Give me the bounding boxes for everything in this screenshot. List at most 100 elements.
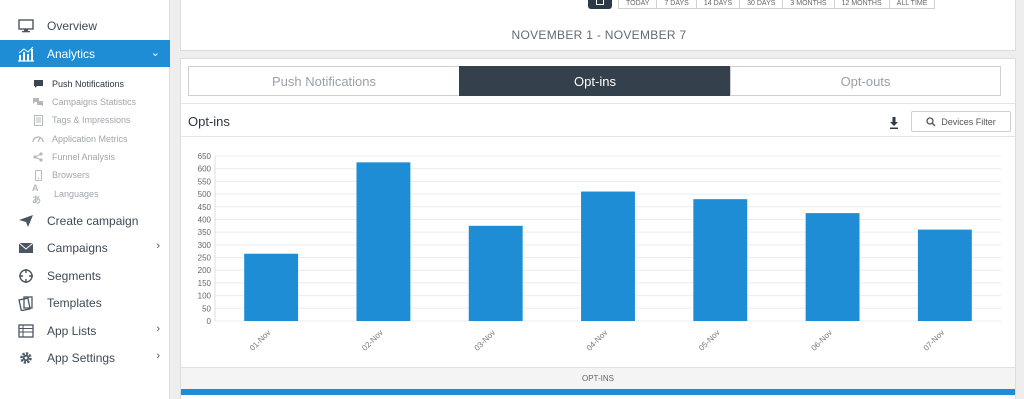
- y-tick-label: 450: [198, 203, 212, 212]
- tab-opt-outs[interactable]: Opt-outs: [730, 66, 1001, 96]
- sidebar-item-overview[interactable]: Overview: [0, 12, 170, 39]
- chat-bubble-icon: [32, 78, 44, 90]
- devices-filter-button[interactable]: Devices Filter: [911, 111, 1011, 132]
- sidebar-item-templates[interactable]: Templates: [0, 289, 170, 316]
- y-tick-label: 650: [198, 152, 212, 161]
- range-12-months-button[interactable]: 12 MONTHS: [833, 0, 890, 9]
- x-tick-label: 04-Nov: [585, 328, 610, 353]
- x-tick-label: 01-Nov: [248, 328, 273, 353]
- table-header-label: OPT-INS: [181, 367, 1015, 389]
- sidebar-item-label: Analytics: [47, 46, 96, 61]
- chart-bar[interactable]: [244, 253, 299, 321]
- y-tick-label: 250: [198, 254, 212, 263]
- range-all-time-button[interactable]: ALL TIME: [888, 0, 936, 9]
- chart-bar[interactable]: [805, 213, 860, 321]
- sidebar-subitem-browsers[interactable]: Browsers: [0, 166, 170, 184]
- share-icon: [32, 151, 44, 163]
- phone-icon: [32, 169, 44, 181]
- x-tick-label: 05-Nov: [697, 328, 722, 353]
- chevron-right-icon: ›: [156, 240, 160, 252]
- paper-plane-icon: [17, 212, 35, 230]
- monitor-icon: [17, 17, 35, 35]
- gear-icon: [17, 349, 35, 367]
- sidebar-subitem-push-notifications[interactable]: Push Notifications: [0, 75, 170, 93]
- sidebar-item-campaigns[interactable]: Campaigns ›: [0, 234, 170, 261]
- range-today-button[interactable]: TODAY: [618, 0, 658, 9]
- crosshair-icon: [17, 267, 35, 285]
- sidebar-item-label: Segments: [47, 268, 102, 283]
- chevron-right-icon: ›: [156, 350, 160, 362]
- opt-ins-bar-chart: 0 50 100 150 200 250 300 350 400 450 500 550 600 650 0…: [198, 152, 1001, 353]
- y-tick-label: 350: [198, 228, 212, 237]
- gauge-icon: [32, 133, 44, 145]
- date-range-title: NOVEMBER 1 - NOVEMBER 7: [511, 28, 687, 42]
- cards-icon: [17, 294, 35, 312]
- sidebar: Overview Analytics ⌄ Push Notifications …: [0, 0, 170, 399]
- sidebar-item-app-settings[interactable]: App Settings ›: [0, 344, 170, 371]
- sidebar-item-segments[interactable]: Segments: [0, 262, 170, 289]
- chart-bar[interactable]: [356, 162, 411, 321]
- download-icon[interactable]: [889, 116, 899, 129]
- y-tick-label: 150: [198, 279, 212, 288]
- devices-filter-label: Devices Filter: [941, 116, 996, 127]
- sidebar-subitem-label: Browsers: [52, 170, 90, 180]
- sidebar-item-label: App Lists: [47, 323, 97, 338]
- range-button-group: TODAY 7 DAYS 14 DAYS 30 DAYS 3 MONTHS 12…: [618, 0, 936, 9]
- sidebar-subitem-application-metrics[interactable]: Application Metrics: [0, 130, 170, 148]
- sidebar-subitem-tags-impressions[interactable]: Tags & Impressions: [0, 111, 170, 129]
- opt-ins-chart: 0 50 100 150 200 250 300 350 400 450 500 550 600 650 0…: [181, 139, 1015, 367]
- x-tick-label: 02-Nov: [360, 328, 385, 353]
- y-tick-label: 0: [207, 317, 212, 326]
- search-icon: [926, 116, 936, 127]
- range-3-months-button[interactable]: 3 MONTHS: [782, 0, 835, 9]
- envelope-icon: [17, 239, 35, 257]
- calendar-icon: [596, 0, 604, 5]
- table-header-bar: [181, 389, 1015, 395]
- sidebar-item-create-campaign[interactable]: Create campaign: [0, 207, 170, 234]
- tab-push-notifications[interactable]: Push Notifications: [188, 66, 460, 96]
- sidebar-subitem-label: Push Notifications: [52, 79, 125, 89]
- y-tick-label: 50: [202, 304, 211, 313]
- sidebar-item-label: Campaigns: [47, 240, 108, 255]
- y-tick-label: 200: [198, 266, 212, 275]
- x-tick-label: 07-Nov: [922, 328, 947, 353]
- sidebar-item-label: Create campaign: [47, 213, 139, 228]
- range-14-days-button[interactable]: 14 DAYS: [695, 0, 741, 9]
- y-tick-label: 400: [198, 215, 212, 224]
- x-tick-label: 03-Nov: [473, 328, 498, 353]
- range-30-days-button[interactable]: 30 DAYS: [739, 0, 784, 9]
- sidebar-subitem-campaigns-statistics[interactable]: Campaigns Statistics: [0, 93, 170, 111]
- sidebar-subitem-label: Funnel Analysis: [52, 152, 116, 162]
- metric-tabs: Push Notifications Opt-ins Opt-outs: [188, 66, 1001, 96]
- sidebar-item-app-lists[interactable]: App Lists ›: [0, 317, 170, 344]
- chart-bar[interactable]: [693, 199, 748, 321]
- sidebar-item-label: App Settings: [47, 350, 116, 365]
- sidebar-subitem-languages[interactable]: Aあ Languages: [0, 182, 170, 205]
- y-tick-label: 550: [198, 177, 212, 186]
- analytics-chart-icon: [17, 45, 35, 63]
- chevron-down-icon: ⌄: [150, 47, 160, 59]
- chart-bar[interactable]: [581, 191, 635, 321]
- chart-bar[interactable]: [468, 225, 523, 321]
- x-tick-label: 06-Nov: [809, 328, 834, 353]
- y-tick-label: 500: [198, 190, 212, 199]
- list-icon: [17, 322, 35, 340]
- sidebar-subitem-label: Tags & Impressions: [52, 115, 131, 125]
- y-tick-label: 100: [198, 292, 212, 301]
- date-range-panel: TODAY 7 DAYS 14 DAYS 30 DAYS 3 MONTHS 12…: [180, 0, 1016, 51]
- sidebar-subitem-label: Application Metrics: [52, 134, 128, 144]
- calendar-button[interactable]: [588, 0, 612, 9]
- sidebar-item-analytics[interactable]: Analytics ⌄: [0, 40, 170, 67]
- sidebar-item-label: Overview: [47, 18, 98, 33]
- document-icon: [32, 114, 44, 126]
- sidebar-subitem-funnel-analysis[interactable]: Funnel Analysis: [0, 148, 170, 166]
- translate-icon: Aあ: [32, 182, 42, 205]
- sidebar-item-label: Templates: [47, 295, 102, 310]
- section-title: Opt-ins: [188, 114, 230, 129]
- chart-bar[interactable]: [917, 229, 972, 321]
- y-tick-label: 300: [198, 241, 212, 250]
- tab-opt-ins[interactable]: Opt-ins: [459, 66, 731, 96]
- range-7-days-button[interactable]: 7 DAYS: [656, 0, 697, 9]
- chevron-right-icon: ›: [156, 323, 160, 335]
- chat-bubbles-icon: [32, 96, 44, 108]
